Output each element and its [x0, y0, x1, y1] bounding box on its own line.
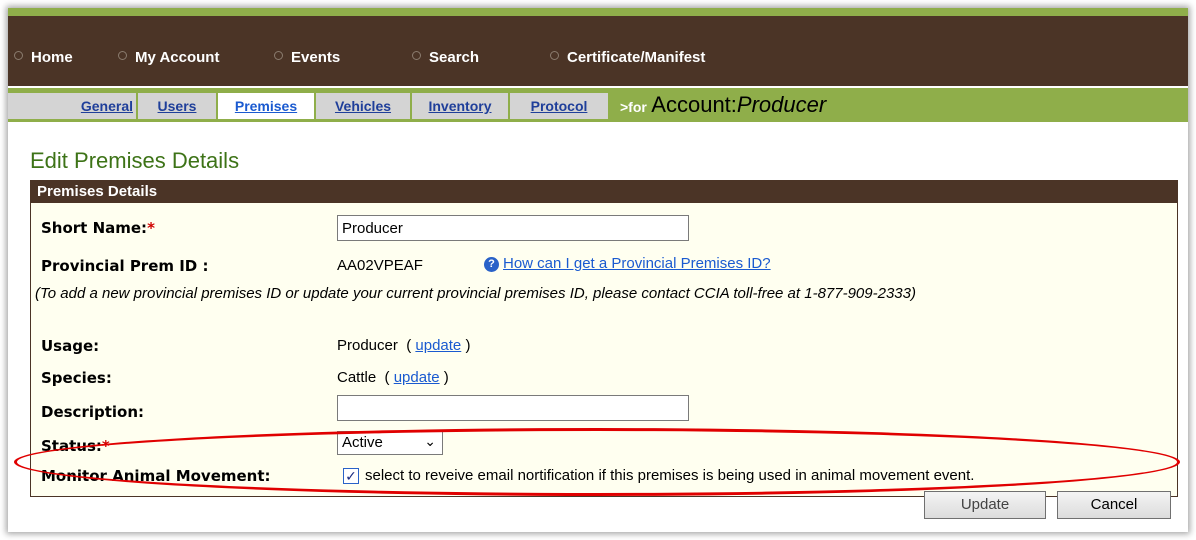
tab-inventory[interactable]: Inventory [412, 93, 510, 119]
cancel-button[interactable]: Cancel [1057, 491, 1171, 519]
provincial-premises-id-help-link[interactable]: How can I get a Provincial Premises ID? [503, 255, 771, 272]
app-window: Home My Account Events Search Certificat… [8, 8, 1188, 532]
required-asterisk: * [101, 437, 110, 455]
species-value-row: Cattle ( update ) [337, 369, 449, 386]
paren: ) [443, 369, 449, 386]
nav-search[interactable]: Search [412, 49, 479, 66]
short-name-label: Short Name:* [41, 219, 155, 237]
status-label-text: Status: [41, 437, 102, 455]
short-name-input[interactable] [337, 215, 689, 241]
sub-tab-bar: General Users Premises Vehicles Inventor… [8, 88, 1188, 122]
provincial-prem-id-value: AA02VPEAF [337, 257, 423, 274]
paren: ) [465, 337, 471, 354]
page-title: Edit Premises Details [30, 148, 240, 173]
short-name-label-text: Short Name: [41, 219, 148, 237]
for-label: >for [620, 99, 647, 115]
circle-bullet-icon [14, 51, 23, 60]
account-name: Producer [736, 92, 827, 117]
tab-protocol[interactable]: Protocol [510, 93, 610, 119]
description-input[interactable] [337, 395, 689, 421]
tab-users[interactable]: Users [138, 93, 218, 119]
premises-details-panel: Premises Details Short Name:* Provincial… [30, 180, 1178, 519]
top-accent-stripe [8, 8, 1188, 16]
monitor-animal-movement-label: Monitor Animal Movement: [41, 467, 271, 485]
status-selected-value: Active [342, 434, 383, 451]
usage-value-row: Producer ( update ) [337, 337, 470, 354]
circle-bullet-icon [550, 51, 559, 60]
nav-certificate-manifest[interactable]: Certificate/Manifest [550, 49, 705, 66]
usage-label: Usage: [41, 337, 100, 355]
usage-value: Producer [337, 337, 398, 354]
status-select[interactable]: Active ⌄ [337, 431, 443, 455]
usage-update-link[interactable]: update [415, 337, 461, 354]
species-label: Species: [41, 369, 112, 387]
species-update-link[interactable]: update [394, 369, 440, 386]
description-label: Description: [41, 403, 145, 421]
monitor-animal-movement-checkbox[interactable]: ✓ [343, 468, 359, 484]
paren: ( [384, 369, 390, 386]
nav-events[interactable]: Events [274, 49, 340, 66]
top-navigation: Home My Account Events Search Certificat… [8, 16, 1188, 86]
circle-bullet-icon [118, 51, 127, 60]
chevron-down-icon: ⌄ [424, 433, 436, 449]
monitor-description: select to reveive email nortification if… [365, 467, 975, 484]
tab-premises[interactable]: Premises [218, 93, 316, 119]
account-label: Account: [651, 92, 737, 117]
checkmark-icon: ✓ [345, 468, 357, 484]
update-button[interactable]: Update [924, 491, 1046, 519]
account-context: >for Account:Producer [620, 92, 826, 118]
required-asterisk: * [147, 219, 155, 237]
tab-general[interactable]: General [60, 93, 138, 119]
help-link-container[interactable]: ? How can I get a Provincial Premises ID? [484, 255, 771, 272]
species-value: Cattle [337, 369, 377, 386]
panel-header: Premises Details [31, 181, 1177, 203]
tab-bar-spacer [8, 93, 60, 119]
circle-bullet-icon [274, 51, 283, 60]
status-label: Status:* [41, 437, 110, 455]
nav-my-account[interactable]: My Account [118, 49, 219, 66]
contact-note: (To add a new provincial premises ID or … [35, 285, 916, 302]
circle-bullet-icon [412, 51, 421, 60]
tab-vehicles[interactable]: Vehicles [316, 93, 412, 119]
help-circle-icon: ? [484, 257, 499, 272]
nav-home[interactable]: Home [14, 49, 73, 66]
provincial-prem-id-label: Provincial Prem ID : [41, 257, 209, 275]
paren: ( [406, 337, 412, 354]
